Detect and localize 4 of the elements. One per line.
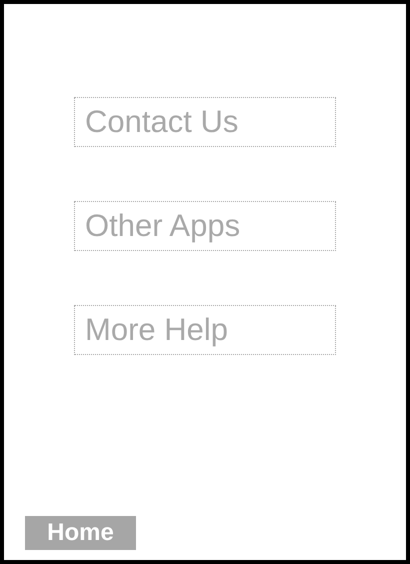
menu-button[interactable]: Other Apps (74, 201, 336, 251)
home-button[interactable]: Home (25, 516, 136, 550)
menu-button[interactable]: Contact Us (74, 97, 336, 147)
menu-button[interactable]: More Help (74, 305, 336, 355)
